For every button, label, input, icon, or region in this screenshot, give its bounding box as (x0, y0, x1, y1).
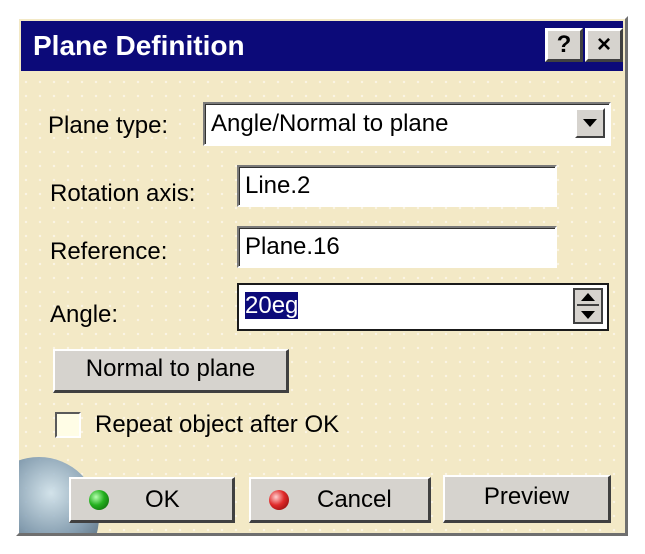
help-button[interactable]: ? (545, 28, 583, 62)
rotation-axis-value: Line.2 (245, 172, 311, 199)
title-bar[interactable]: Plane Definition ? × (21, 21, 623, 71)
plane-type-value: Angle/Normal to plane (211, 110, 449, 137)
dropdown-arrow-icon[interactable] (575, 108, 605, 138)
rotation-axis-input[interactable]: Line.2 (237, 165, 557, 207)
preview-label: Preview (483, 483, 570, 510)
cancel-label: Cancel (317, 486, 392, 513)
repeat-checkbox[interactable] (55, 412, 81, 438)
ok-button[interactable]: OK (69, 477, 235, 523)
cancel-button[interactable]: Cancel (249, 477, 431, 523)
dialog-title: Plane Definition (33, 30, 245, 61)
rotation-axis-label: Rotation axis: (50, 180, 196, 207)
plane-type-select[interactable]: Angle/Normal to plane (203, 102, 611, 146)
ok-label: OK (145, 486, 180, 513)
reference-input[interactable]: Plane.16 (237, 226, 557, 268)
spinner-icon[interactable] (573, 288, 603, 324)
help-icon: ? (556, 31, 572, 58)
close-button[interactable]: × (585, 28, 623, 62)
plane-type-label: Plane type: (48, 112, 169, 139)
reference-label: Reference: (50, 238, 168, 265)
red-led-icon (269, 490, 289, 510)
angle-label: Angle: (50, 301, 119, 328)
close-icon: × (596, 31, 611, 58)
green-led-icon (89, 490, 109, 510)
angle-input[interactable]: 20eg (237, 283, 609, 331)
plane-definition-dialog: Plane Definition ? × Plane type: Angle/N… (16, 16, 628, 536)
reference-value: Plane.16 (245, 233, 340, 260)
normal-to-plane-label: Normal to plane (85, 355, 256, 382)
normal-to-plane-button[interactable]: Normal to plane (53, 349, 289, 393)
preview-button[interactable]: Preview (443, 475, 611, 523)
angle-value: 20eg (245, 292, 299, 319)
repeat-label: Repeat object after OK (95, 411, 340, 438)
